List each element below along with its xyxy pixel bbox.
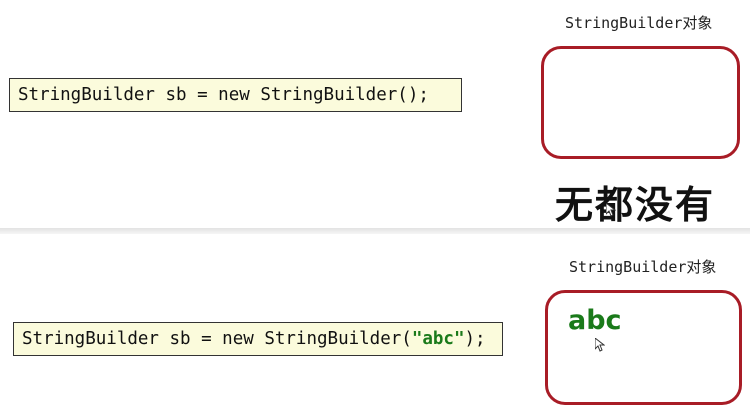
- mouse-cursor-icon: [595, 338, 605, 352]
- bottom-code-prefix: StringBuilder sb = new StringBuilder(: [22, 329, 412, 349]
- bottom-code-suffix: );: [464, 329, 486, 349]
- top-stringbuilder-object-box: [541, 46, 740, 159]
- top-slide-panel: StringBuilder对象 StringBuilder sb = new S…: [0, 0, 750, 228]
- top-object-label: StringBuilder对象: [565, 14, 713, 32]
- bottom-code-string-literal: "abc": [411, 329, 465, 349]
- bottom-stringbuilder-object-box: abc: [545, 290, 742, 405]
- watermark-text: 无都没有: [555, 182, 715, 227]
- top-code-statement: StringBuilder sb = new StringBuilder();: [9, 78, 462, 112]
- object-content-value: abc: [568, 305, 622, 336]
- handwritten-watermark: 无都没有: [555, 182, 715, 227]
- mouse-cursor-icon: [606, 203, 616, 217]
- bottom-slide-panel: StringBuilder对象 StringBuilder sb = new S…: [0, 234, 750, 412]
- bottom-object-label: StringBuilder对象: [569, 258, 717, 276]
- top-code-text: StringBuilder sb = new StringBuilder();: [18, 85, 429, 105]
- bottom-code-statement: StringBuilder sb = new StringBuilder("ab…: [13, 322, 503, 356]
